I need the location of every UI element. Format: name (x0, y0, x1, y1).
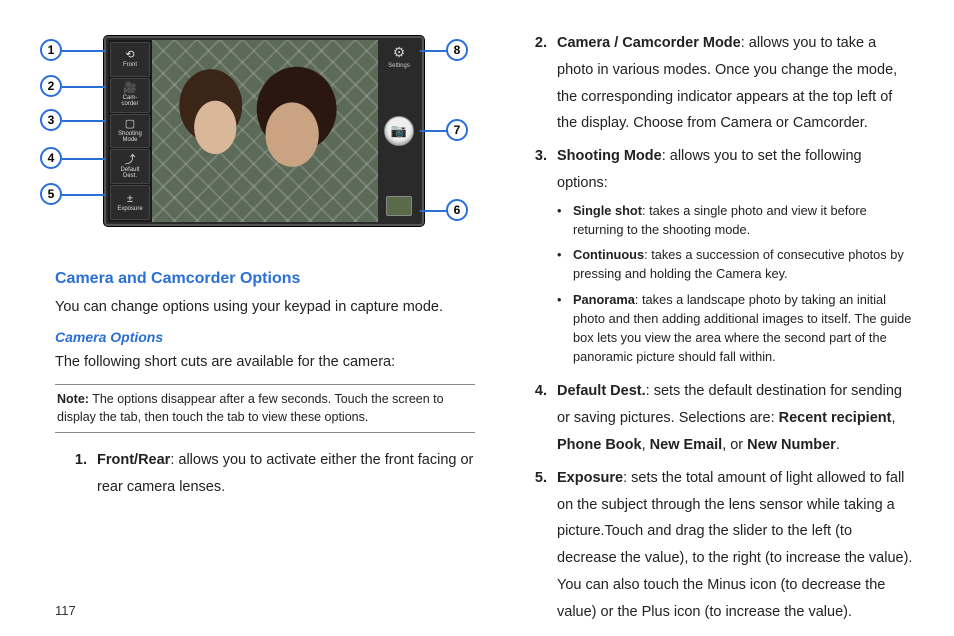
exposure-button[interactable]: ±Exposure (110, 185, 150, 220)
callout-3: 3 (40, 109, 62, 131)
shortcuts-intro: The following short cuts are available f… (55, 351, 475, 374)
shutter-button[interactable]: 📷 (384, 116, 414, 146)
camcorder-button[interactable]: 🎥Cam- corder (110, 78, 150, 113)
front-rear-button[interactable]: ⟲Front (110, 42, 150, 77)
camera-right-toolbar: ⚙ Settings 📷 (378, 40, 420, 222)
bullet-item: Single shot: takes a single photo and vi… (557, 201, 914, 239)
camera-frame: ⟲Front 🎥Cam- corder ▢Shooting Mode ⤴Defa… (104, 36, 424, 226)
page-number: 117 (55, 603, 76, 618)
callout-7: 7 (446, 119, 468, 141)
gear-icon[interactable]: ⚙ (393, 44, 406, 61)
camera-icon: 📷 (391, 123, 407, 139)
gallery-thumbnail[interactable] (386, 196, 412, 216)
right-column: Camera / Camcorder Mode: allows you to t… (515, 30, 914, 632)
exposure-icon: ± (127, 194, 133, 205)
options-list-right: Camera / Camcorder Mode: allows you to t… (515, 30, 914, 626)
shooting-mode-bullets: Single shot: takes a single photo and vi… (557, 201, 914, 367)
shooting-mode-button[interactable]: ▢Shooting Mode (110, 114, 150, 149)
bullet-item: Panorama: takes a landscape photo by tak… (557, 290, 914, 367)
camera-flip-icon: ⟲ (125, 50, 134, 61)
callout-8: 8 (446, 39, 468, 61)
bullet-item: Continuous: takes a succession of consec… (557, 245, 914, 283)
callout-1: 1 (40, 39, 62, 61)
shooting-mode-icon: ▢ (125, 119, 135, 130)
list-item: Default Dest.: sets the default destinat… (515, 378, 914, 458)
section-heading: Camera and Camcorder Options (55, 270, 475, 288)
camera-figure: ⟲Front 🎥Cam- corder ▢Shooting Mode ⤴Defa… (40, 30, 450, 240)
page-columns: ⟲Front 🎥Cam- corder ▢Shooting Mode ⤴Defa… (55, 30, 914, 632)
default-dest-button[interactable]: ⤴Default Dest. (110, 149, 150, 184)
photo-preview (152, 40, 378, 222)
list-item: Camera / Camcorder Mode: allows you to t… (515, 30, 914, 137)
subsection-heading: Camera Options (55, 329, 475, 345)
list-item: Exposure: sets the total amount of light… (515, 465, 914, 626)
viewfinder (152, 40, 378, 222)
list-item: Shooting Mode: allows you to set the fol… (515, 143, 914, 372)
callout-6: 6 (446, 199, 468, 221)
note-box: Note: The options disappear after a few … (55, 384, 475, 433)
camera-left-toolbar: ⟲Front 🎥Cam- corder ▢Shooting Mode ⤴Defa… (108, 40, 152, 222)
settings-label: Settings (388, 63, 410, 69)
intro-text: You can change options using your keypad… (55, 296, 475, 319)
list-item: Front/Rear: allows you to activate eithe… (55, 447, 475, 501)
callout-5: 5 (40, 183, 62, 205)
destination-icon: ⤴ (125, 155, 136, 166)
callout-4: 4 (40, 147, 62, 169)
note-body: The options disappear after a few second… (57, 392, 444, 424)
note-label: Note: (57, 392, 89, 406)
callout-2: 2 (40, 75, 62, 97)
left-column: ⟲Front 🎥Cam- corder ▢Shooting Mode ⤴Defa… (55, 30, 475, 632)
options-list-left: Front/Rear: allows you to activate eithe… (55, 447, 475, 501)
camcorder-icon: 🎥 (123, 83, 137, 94)
